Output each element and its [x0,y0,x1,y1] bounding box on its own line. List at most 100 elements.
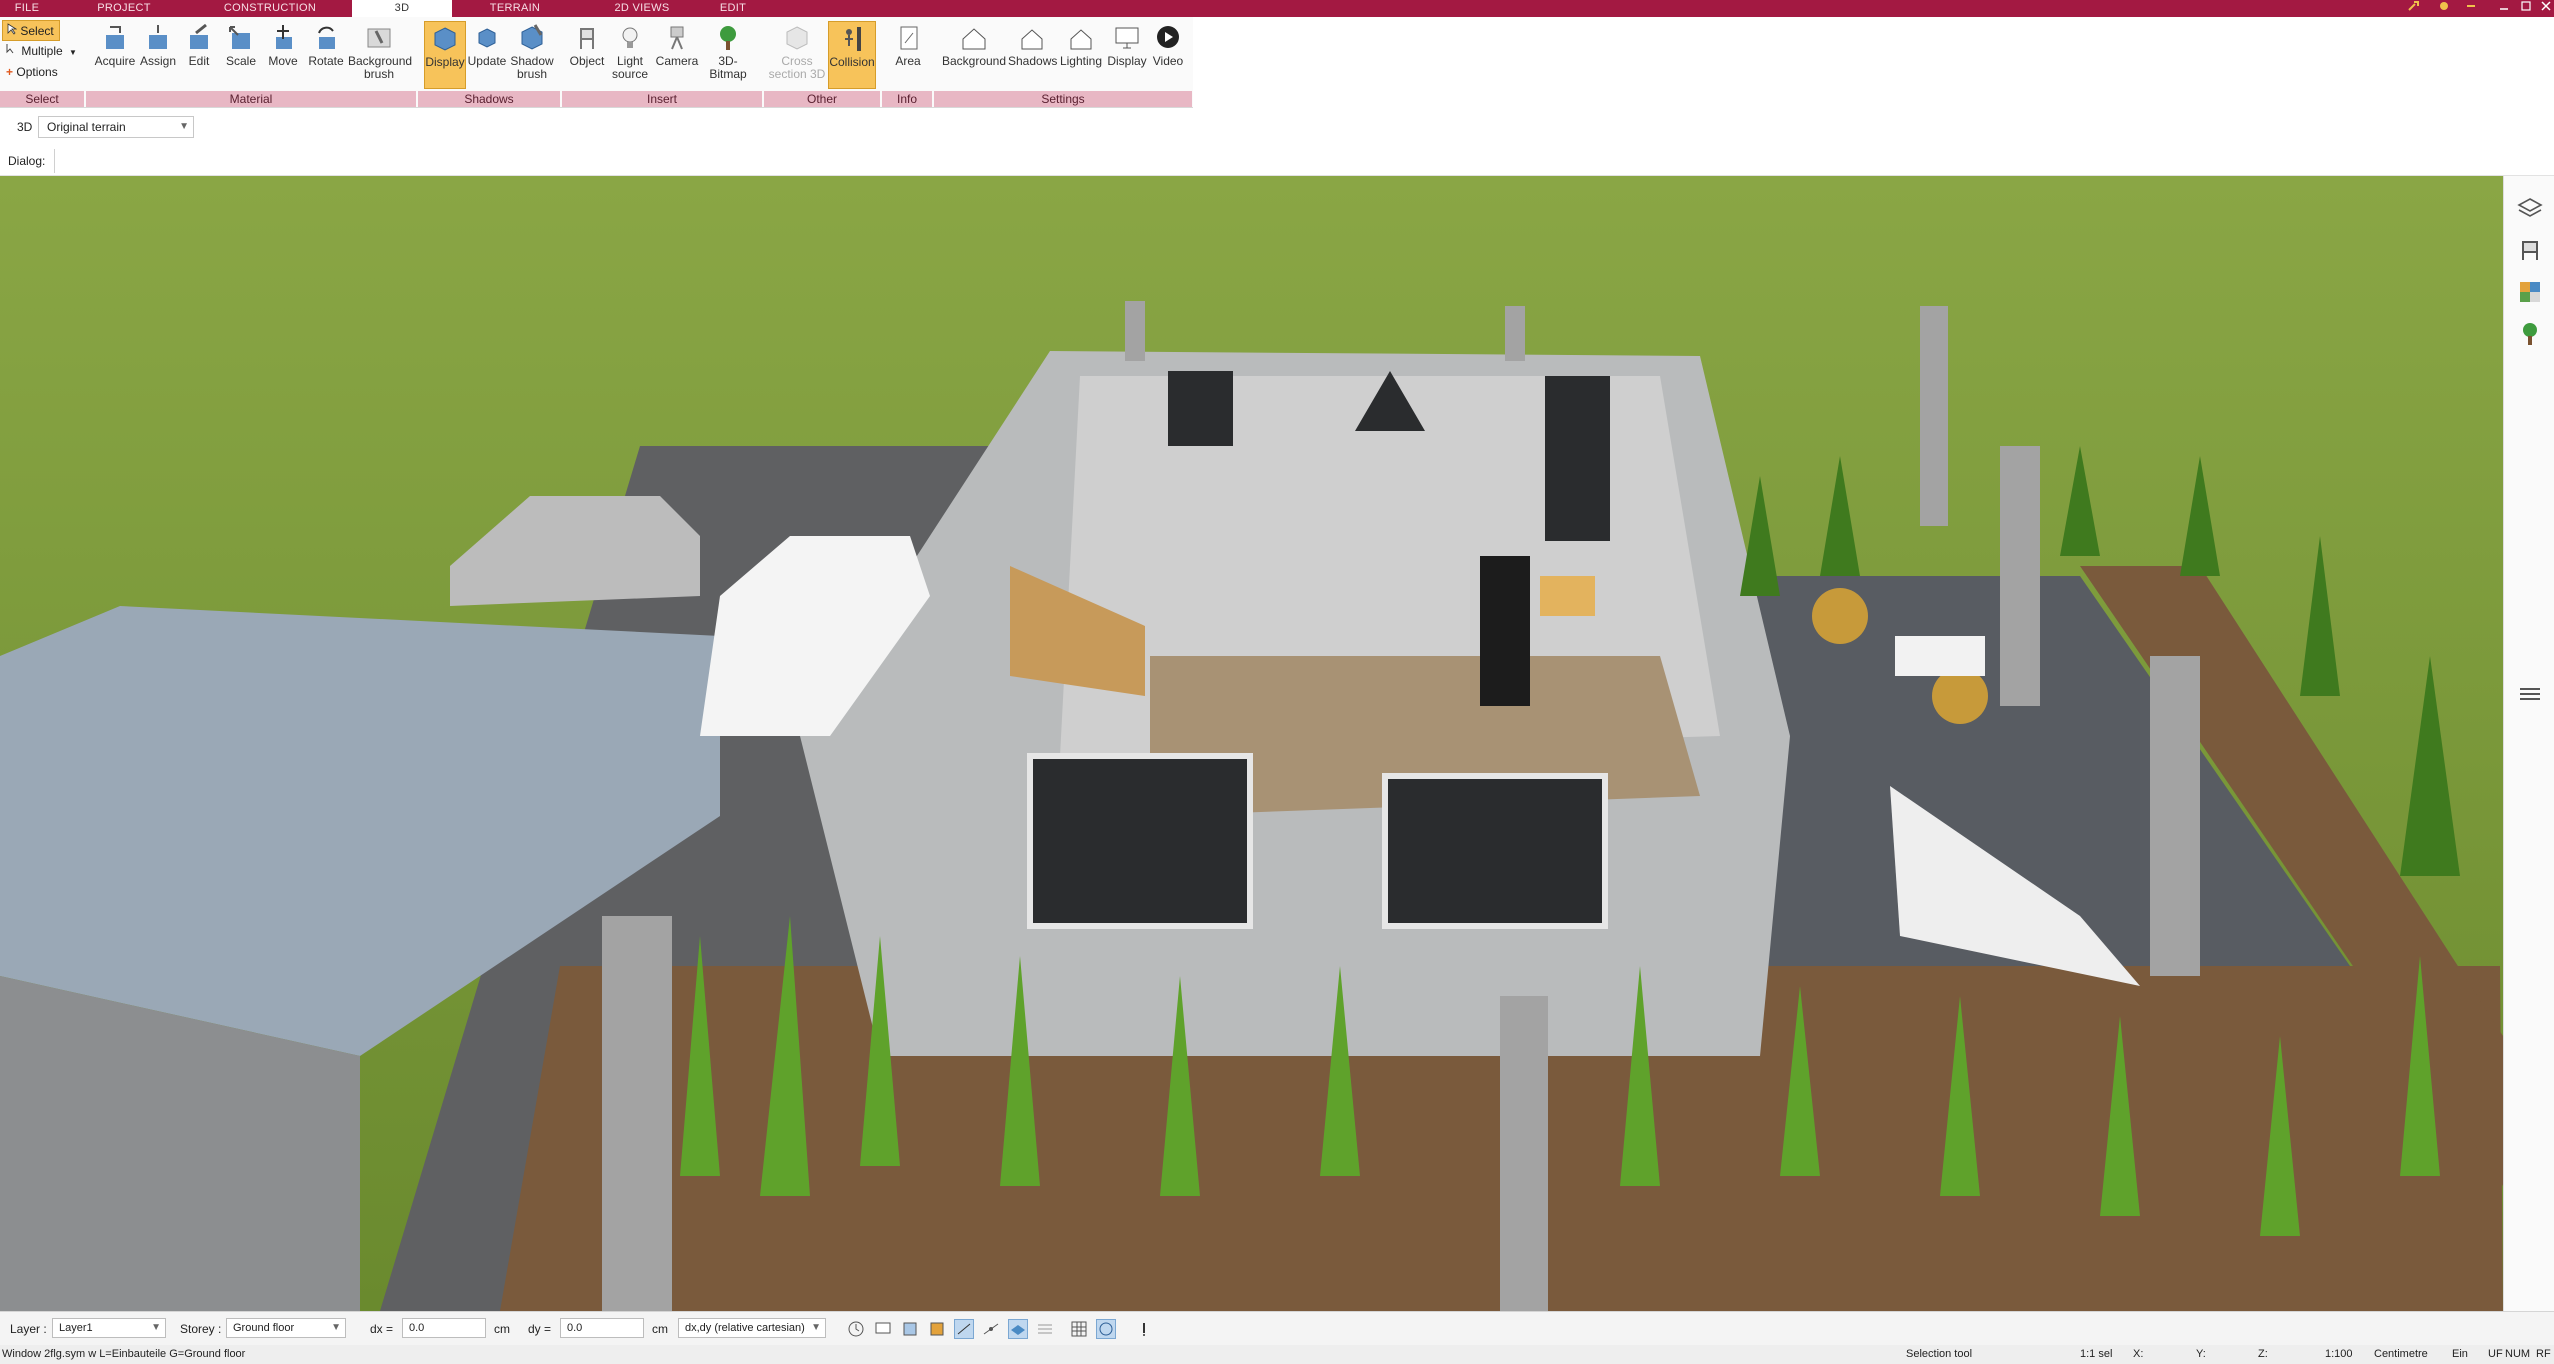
plant-icon[interactable] [2516,320,2544,348]
dx-label: dx = [370,1322,394,1336]
select-group: Select Multiple ▼ + Options [2,20,82,83]
snap-icon[interactable] [927,1319,947,1339]
hamburger-menu-icon[interactable] [2516,680,2544,708]
edit-button[interactable]: Edit [180,21,218,89]
right-sidebar [2503,176,2554,1311]
tab-terrain[interactable]: TERRAIN [470,0,560,17]
scale-icon [229,26,250,49]
lighting-house-icon [1070,29,1092,50]
window-back-right [1545,376,1610,541]
select-button[interactable]: Select [2,20,60,41]
options-button[interactable]: + Options [2,62,82,83]
close-icon[interactable] [2532,0,2554,17]
area-icon [900,26,918,50]
orthogonal-toggle[interactable] [954,1319,974,1339]
window-back-left [1168,371,1233,446]
3d-viewport[interactable] [0,176,2503,1311]
select-label: Select [20,24,54,38]
options-icon[interactable] [2457,0,2485,17]
post-back-center [1505,306,1525,361]
tab-2d-views[interactable]: 2D VIEWS [598,0,686,17]
background-brush-button[interactable]: Background brush [348,21,412,89]
furniture-icon[interactable] [2516,236,2544,264]
num-indicator: NUM [2505,1348,2531,1360]
clock-icon[interactable] [846,1319,866,1339]
scale-value: 1:100 [2325,1348,2353,1360]
grid-snap-icon[interactable] [981,1319,1001,1339]
screen-icon[interactable] [873,1319,893,1339]
reference-toggle[interactable] [1096,1319,1116,1339]
dy-input[interactable]: 0.0 [560,1318,644,1338]
lighting-button[interactable]: Lighting [1056,21,1106,89]
active-tool: Selection tool [1906,1348,1973,1360]
background-button[interactable]: Background [940,21,1008,89]
view-bar: 3D [0,112,2554,142]
shadow-brush-icon [521,24,543,50]
group-label-other: Other [764,91,880,107]
layers-toggle-icon[interactable] [900,1319,920,1339]
grid-icon[interactable] [1069,1319,1089,1339]
shadows-button[interactable]: Shadows [1008,21,1057,89]
cross-section-button[interactable]: Cross section 3D [768,21,826,89]
cube-update-icon [478,28,496,48]
group-label-select: Select [0,91,84,107]
dy-unit: cm [652,1322,668,1336]
chevron-down-icon: ▼ [179,121,189,132]
y-coordinate: Y: [2196,1348,2206,1360]
post-back [1920,306,1948,526]
plane-toggle[interactable] [1008,1319,1028,1339]
3d-scene [0,176,2503,1311]
options-label: Options [16,65,58,79]
shadow-brush-button[interactable]: Shadow brush [508,21,556,89]
camera-button[interactable]: Camera [654,21,700,89]
rotate-button[interactable]: Rotate [304,21,348,89]
chair-icon [580,28,594,49]
display-settings-button[interactable]: Display [1106,21,1148,89]
object-button[interactable]: Object [566,21,608,89]
collision-button[interactable]: Collision [828,21,876,89]
update-button[interactable]: Update [466,21,508,89]
scale-button[interactable]: Scale [222,21,260,89]
dx-input[interactable]: 0.0 [402,1318,486,1338]
tab-construction[interactable]: CONSTRUCTION [205,0,335,17]
menu-tab-bar: FILE PROJECT CONSTRUCTION 3D TERRAIN 2D … [0,0,2554,17]
video-button[interactable]: Video [1148,21,1188,89]
post-front-center [1500,996,1548,1311]
assign-button[interactable]: Assign [137,21,179,89]
ribbon-empty-area [1193,17,2554,108]
bitmap3d-button[interactable]: 3D-Bitmap [700,21,756,89]
terrain-select[interactable]: Original terrain ▼ [38,116,194,138]
play-icon [1157,26,1179,48]
tab-project[interactable]: PROJECT [78,0,170,17]
area-button[interactable]: Area [888,21,928,89]
materials-palette-icon[interactable] [2516,278,2544,306]
storey-select[interactable]: Ground floor ▼ [226,1318,346,1338]
reference-icon [1099,1322,1113,1336]
chevron-down-icon: ▼ [811,1322,821,1333]
status-bar: Layer : Layer1 ▼ Storey : Ground floor ▼… [0,1311,2554,1345]
layer-select[interactable]: Layer1 ▼ [52,1318,166,1338]
cursor-icon [7,21,18,42]
move-button[interactable]: Move [264,21,302,89]
display-button[interactable]: Display [424,21,466,89]
coordinate-mode-select[interactable]: dx,dy (relative cartesian) ▼ [678,1318,826,1338]
dx-value: 0.0 [409,1322,425,1334]
background-house-icon [962,28,986,50]
multiple-button[interactable]: Multiple ▼ [2,41,82,62]
tab-file[interactable]: FILE [0,0,54,17]
storey-value: Ground floor [233,1322,295,1334]
post-terrace [2000,446,2040,706]
dialog-separator [54,149,55,173]
acquire-button[interactable]: Acquire [93,21,137,89]
layers-icon[interactable] [2516,194,2544,222]
tab-3d[interactable]: 3D [352,0,452,17]
tools-icon[interactable] [2400,0,2428,17]
info-icon[interactable] [1134,1319,1154,1339]
tab-edit[interactable]: EDIT [700,0,766,17]
light-source-button[interactable]: Light source [608,21,652,89]
bottom-info-bar: Window 2flg.sym w L=Einbauteile G=Ground… [0,1345,2554,1364]
help-icon[interactable] [2430,0,2458,17]
hatch-icon[interactable] [1035,1319,1055,1339]
dining-table [1540,576,1595,616]
group-label-settings: Settings [934,91,1192,107]
